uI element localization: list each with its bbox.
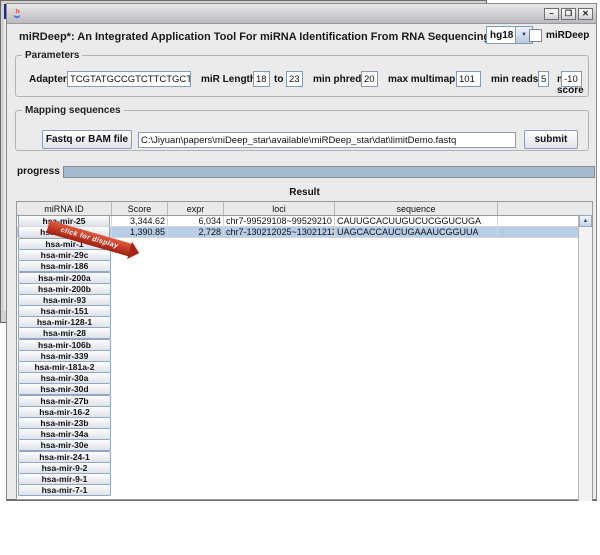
mir-id-button[interactable]: hsa-mir-9-1 [18, 473, 111, 484]
table-row[interactable]: hsa-mir-200a [17, 272, 592, 283]
mir-id-button[interactable]: hsa-mir-24-1 [18, 451, 111, 462]
table-row[interactable]: hsa-mir-24-1 [17, 451, 592, 462]
mapping-group: Mapping sequences Fastq or BAM file C:\J… [15, 105, 589, 151]
max-multimap-label: max multimap [388, 74, 455, 85]
mir-id-button[interactable]: hsa-mir-28 [18, 328, 111, 339]
min-phred-input[interactable]: 20 [361, 71, 378, 87]
result-table-header: miRNA IDScoreexprlocisequence [17, 202, 592, 216]
min-phred-label: min phred [313, 74, 361, 85]
mir-id-button[interactable]: hsa-mir-151 [18, 306, 111, 317]
close-button[interactable]: ✕ [578, 8, 593, 20]
table-row[interactable]: hsa-mir-23b [17, 417, 592, 428]
app-title: miRDeep*: An Integrated Application Tool… [19, 31, 517, 43]
column-header[interactable]: sequence [335, 202, 498, 215]
table-cell: UAGCACCAUCUGAAAUCGGUUA [335, 227, 498, 238]
table-row[interactable]: hsa-mir-29c [17, 250, 592, 261]
mir-id-button[interactable]: hsa-mir-34a [18, 429, 111, 440]
adapter-input[interactable]: TCGTATGCCGTCTTCTGCTTG [67, 71, 191, 87]
mir-id-button[interactable]: hsa-mir-30d [18, 384, 111, 395]
mir-length-label: miR Length [201, 74, 256, 85]
maximize-button[interactable]: ❐ [561, 8, 576, 20]
file-path-field[interactable]: C:\Jiyuan\papers\miDeep_star\available\m… [138, 132, 516, 148]
to-label: to [274, 74, 283, 85]
progress-label: progress [17, 166, 60, 177]
table-row[interactable]: hsa-mir-186 [17, 261, 592, 272]
submit-button[interactable]: submit [524, 130, 578, 149]
table-row[interactable]: hsa-mir-7-1 [17, 485, 592, 496]
column-header[interactable]: miRNA ID [17, 202, 112, 215]
main-titlebar[interactable]: – ❐ ✕ [7, 4, 596, 24]
table-row[interactable]: hsa-mir-128-1 [17, 317, 592, 328]
mirdeep-checkbox[interactable] [529, 29, 542, 42]
column-header[interactable]: loci [224, 202, 335, 215]
table-row[interactable]: hsa-mir-253,344.626,034chr7-99529108~995… [17, 216, 592, 227]
table-cell: CAUUGCACUUGUCUCGGUCUGA [335, 216, 498, 227]
genome-select[interactable]: hg18 ▼ [486, 26, 533, 44]
table-cell: 2,728 [168, 227, 224, 238]
mirdeep-checkbox-label: miRDeep [546, 30, 589, 41]
table-row[interactable]: hsa-mir-93 [17, 294, 592, 305]
table-row[interactable]: hsa-mir-30e [17, 440, 592, 451]
mir-id-button[interactable]: hsa-mir-27b [18, 395, 111, 406]
parameters-group: Parameters Adapter TCGTATGCCGTCTTCTGCTTG… [15, 50, 589, 97]
main-window: – ❐ ✕ miRDeep*: An Integrated Applicatio… [6, 3, 597, 501]
mir-id-button[interactable]: hsa-mir-339 [18, 350, 111, 361]
table-row[interactable]: hsa-mir-9-1 [17, 473, 592, 484]
table-row[interactable]: hsa-mir-34a [17, 429, 592, 440]
result-table-body: hsa-mir-253,344.626,034chr7-99529108~995… [17, 216, 592, 496]
table-row[interactable]: hsa-mir-30d [17, 384, 592, 395]
mapping-legend: Mapping sequences [22, 105, 124, 116]
table-row[interactable]: hsa-mir-28 [17, 328, 592, 339]
mir-id-button[interactable]: hsa-mir-181a-2 [18, 361, 111, 372]
mir-id-button[interactable]: hsa-mir-23b [18, 417, 111, 428]
progress-bar [63, 166, 595, 178]
mir-id-button[interactable]: hsa-mir-186 [18, 261, 111, 272]
column-header-empty [498, 202, 580, 215]
table-row[interactable]: hsa-mir-30a [17, 373, 592, 384]
table-row[interactable]: hsa-mir-9-2 [17, 462, 592, 473]
table-row[interactable]: hsa-mir-16-2 [17, 406, 592, 417]
table-cell: chr7-99529108~99529210 [224, 216, 335, 227]
progress-bar-fill [64, 167, 594, 177]
column-header[interactable]: Score [112, 202, 168, 215]
table-cell: chr7-130212025~130212127 [224, 227, 335, 238]
mir-id-button[interactable]: hsa-mir-7-1 [18, 485, 111, 496]
minimize-button[interactable]: – [544, 8, 559, 20]
mir-id-button[interactable]: hsa-mir-128-1 [18, 317, 111, 328]
mir-id-button[interactable]: hsa-mir-93 [18, 294, 111, 305]
adapter-label: Adapter [29, 74, 67, 85]
max-multimap-input[interactable]: 101 [456, 71, 481, 87]
mir-id-button[interactable]: hsa-mir-200b [18, 283, 111, 294]
mir-length-min-input[interactable]: 18 [253, 71, 270, 87]
parameters-legend: Parameters [22, 50, 82, 61]
result-label: Result [16, 187, 593, 198]
mir-id-button[interactable]: hsa-mir-30a [18, 373, 111, 384]
mir-id-button[interactable]: hsa-mir-106b [18, 339, 111, 350]
table-row[interactable]: hsa-mir-106b [17, 339, 592, 350]
fastq-bam-file-button[interactable]: Fastq or BAM file [42, 130, 132, 149]
genome-select-value: hg18 [486, 26, 516, 44]
mir-length-max-input[interactable]: 23 [286, 71, 303, 87]
result-table-scrollbar[interactable]: ▲ [578, 215, 592, 501]
table-row[interactable]: hsa-mir-200b [17, 283, 592, 294]
mir-id-button[interactable]: hsa-mir-29c [18, 250, 111, 261]
java-app-icon [11, 8, 23, 20]
scroll-up-icon[interactable]: ▲ [579, 215, 592, 227]
table-row[interactable]: hsa-mir-181a-2 [17, 361, 592, 372]
table-cell: 3,344.62 [112, 216, 168, 227]
table-row[interactable]: hsa-mir-339 [17, 350, 592, 361]
table-cell: 6,034 [168, 216, 224, 227]
mir-id-button[interactable]: hsa-mir-9-2 [18, 462, 111, 473]
min-score-input[interactable]: -10 [561, 71, 582, 87]
mir-id-button[interactable]: hsa-mir-200a [18, 272, 111, 283]
min-reads-label: min reads [491, 74, 538, 85]
min-reads-input[interactable]: 5 [538, 71, 549, 87]
table-cell: 1,390.85 [112, 227, 168, 238]
mir-id-button[interactable]: hsa-mir-16-2 [18, 406, 111, 417]
screenshot-root: – ❐ ✕ miRDeep*: An Integrated Applicatio… [0, 0, 600, 555]
mir-id-button[interactable]: hsa-mir-30e [18, 440, 111, 451]
table-row[interactable]: hsa-mir-151 [17, 306, 592, 317]
column-header[interactable]: expr [168, 202, 224, 215]
table-row[interactable]: hsa-mir-27b [17, 395, 592, 406]
